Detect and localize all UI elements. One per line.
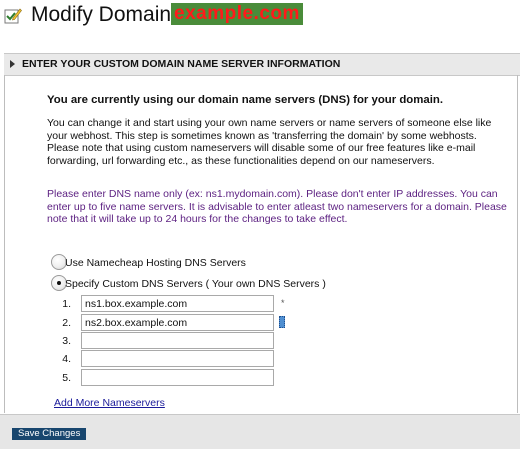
triangle-right-icon	[10, 60, 15, 68]
content-frame-right	[517, 75, 518, 413]
edit-checkbox-icon	[4, 7, 22, 25]
content-frame-left	[4, 75, 5, 413]
nameserver-2-number: 2.	[62, 317, 71, 329]
nameserver-4-number: 4.	[62, 353, 71, 365]
custom-dns-label[interactable]: Specify Custom DNS Servers ( Your own DN…	[65, 278, 326, 291]
nameserver-1-input[interactable]	[81, 295, 274, 312]
nameserver-5-input[interactable]	[81, 369, 274, 386]
radio-selected-dot	[57, 281, 61, 285]
nameserver-3-number: 3.	[62, 335, 71, 347]
nameserver-4-input[interactable]	[81, 350, 274, 367]
text-cursor-marker	[279, 316, 285, 328]
nameserver-2-input[interactable]	[81, 314, 274, 331]
section-title: ENTER YOUR CUSTOM DOMAIN NAME SERVER INF…	[22, 58, 341, 70]
nameserver-3-input[interactable]	[81, 332, 274, 349]
explanation-text: You can change it and start using your o…	[47, 117, 492, 167]
add-more-nameservers-link[interactable]: Add More Nameservers	[54, 397, 165, 410]
required-marker: *	[281, 298, 285, 308]
dns-notice-text: Please enter DNS name only (ex: ns1.mydo…	[47, 188, 507, 226]
nameserver-5-number: 5.	[62, 372, 71, 384]
dns-status-text: You are currently using our domain name …	[47, 94, 444, 106]
namecheap-dns-label[interactable]: Use Namecheap Hosting DNS Servers	[65, 257, 246, 270]
page-title: Modify Domain:	[31, 3, 177, 26]
nameserver-1-number: 1.	[62, 298, 71, 310]
save-changes-button[interactable]: Save Changes	[12, 428, 87, 440]
domain-name-badge: example.com	[171, 3, 303, 25]
